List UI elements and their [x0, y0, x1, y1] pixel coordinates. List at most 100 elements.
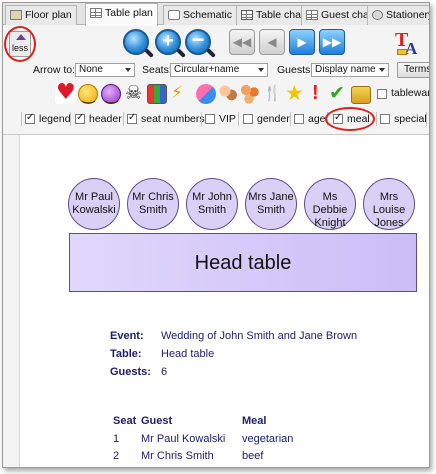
terms-button[interactable]: Terms — [397, 62, 430, 78]
table-row-meal: vegetarian — [242, 433, 294, 445]
table-plan-canvas: Mr Paul Kowalski Mr Chris Smith Mr John … — [3, 135, 429, 467]
tab-label: Stationery — [386, 9, 430, 21]
special-checkbox[interactable] — [380, 114, 390, 124]
less-button[interactable]: less — [9, 31, 31, 57]
zoom-out-button[interactable]: − — [185, 29, 211, 55]
tab-label: Table chart — [256, 9, 308, 21]
table-chart-icon — [241, 10, 253, 20]
seat-name-line: Mr John — [192, 191, 232, 203]
tableware-checkbox[interactable] — [377, 89, 387, 99]
divider — [21, 112, 22, 126]
zoom-in-button[interactable]: + — [155, 29, 181, 55]
smiley-yellow-icon[interactable] — [78, 84, 98, 104]
head-table[interactable]: Head table — [69, 233, 417, 292]
next-table-button[interactable]: ▶ — [289, 29, 315, 55]
gender-checkbox[interactable] — [243, 114, 253, 124]
gender-icon[interactable] — [196, 84, 216, 104]
exclamation-icon[interactable] — [306, 82, 326, 105]
seat-name-line: Mr Paul — [75, 191, 113, 203]
tab-schematic[interactable]: Schematic — [163, 5, 238, 25]
tab-stationery[interactable]: Stationery — [367, 5, 430, 25]
meal-label: meal — [347, 113, 370, 125]
seat-name-line: Jones — [374, 217, 404, 229]
group-icon[interactable] — [240, 84, 260, 104]
floor-plan-icon — [10, 10, 22, 20]
seat-name-line: Smith — [138, 204, 168, 216]
seat-name-line: Kowalski — [72, 204, 116, 216]
seat-name-line: Smith — [197, 204, 227, 216]
guests-count-value: 6 — [161, 366, 168, 378]
divider — [123, 112, 124, 126]
seat-1[interactable]: Mr Paul Kowalski — [68, 178, 120, 230]
star-icon[interactable] — [284, 81, 304, 105]
seat-3[interactable]: Mr John Smith — [186, 178, 238, 230]
guest-column-header: Guest — [141, 415, 173, 427]
font-settings-icon[interactable]: TA — [395, 29, 419, 58]
seat-name-line: Smith — [256, 204, 286, 216]
last-table-button[interactable]: ▶▶ — [319, 29, 345, 55]
terms-label: Terms — [404, 64, 430, 75]
legend-checkbox[interactable] — [25, 112, 35, 124]
collapse-up-icon — [16, 34, 26, 40]
meal-checkbox[interactable] — [333, 112, 343, 124]
age-label: age — [308, 113, 326, 125]
zoom-fit-button[interactable] — [123, 29, 149, 55]
seat-name-line: Knight — [314, 217, 346, 229]
arrow-to-select[interactable]: None — [75, 63, 135, 77]
skull-icon[interactable] — [124, 82, 144, 104]
divider — [290, 112, 291, 126]
seat-6[interactable]: Mrs Louise Jones — [363, 178, 415, 230]
seat-numbers-label: seat numbers — [141, 113, 205, 125]
tab-table-plan[interactable]: Table plan — [85, 3, 158, 26]
divider — [376, 112, 377, 126]
people-icon[interactable] — [218, 84, 238, 104]
cutlery-icon[interactable] — [262, 84, 282, 104]
lightning-icon[interactable] — [169, 83, 189, 104]
color-blocks-icon[interactable] — [147, 84, 167, 104]
table-row-seat: 1 — [113, 433, 120, 445]
tab-label: Schematic — [183, 9, 233, 21]
seat-5[interactable]: Ms Debbie Knight — [304, 178, 356, 230]
stationery-icon — [372, 10, 383, 20]
meal-column-header: Meal — [242, 415, 267, 427]
guests-value: Display name — [315, 64, 376, 75]
seat-numbers-checkbox[interactable] — [127, 112, 137, 124]
age-checkbox[interactable] — [294, 114, 304, 124]
vip-label: VIP — [219, 113, 236, 125]
table-row-meal: beef — [242, 450, 264, 462]
seats-value: Circular+name — [174, 64, 240, 75]
tab-floor-plan[interactable]: Floor plan — [5, 5, 77, 25]
seat-name-line: Mr Chris — [132, 191, 174, 203]
table-plan-page: Mr Paul Kowalski Mr Chris Smith Mr John … — [19, 135, 429, 467]
seat-4[interactable]: Mrs Jane Smith — [245, 178, 297, 230]
header-label: header — [89, 113, 122, 125]
divider — [327, 112, 328, 126]
tab-label: Table plan — [105, 7, 153, 19]
smiley-purple-icon[interactable] — [101, 84, 121, 104]
guests-select[interactable]: Display name — [311, 63, 389, 77]
arrow-to-label: Arrow to: — [33, 64, 76, 76]
seats-select[interactable]: Circular+name — [170, 63, 268, 77]
table-value: Head table — [161, 348, 215, 360]
seat-2[interactable]: Mr Chris Smith — [127, 178, 179, 230]
table-plan-icon — [90, 8, 102, 18]
checkmark-icon[interactable] — [328, 82, 348, 104]
chevron-down-icon — [125, 68, 131, 72]
table-row-seat: 2 — [113, 450, 120, 462]
first-table-button[interactable]: ◀◀ — [229, 29, 255, 55]
table-row-guest: Mr Chris Smith — [141, 450, 214, 462]
header-checkbox[interactable] — [75, 112, 85, 124]
app-window: Floor plan Table plan Schematic Table ch… — [2, 2, 430, 468]
heart-icon[interactable] — [55, 80, 76, 105]
head-table-label: Head table — [194, 252, 292, 274]
chevron-down-icon — [258, 68, 264, 72]
lock-icon[interactable] — [351, 86, 371, 104]
vip-checkbox[interactable] — [205, 114, 215, 124]
guest-chart-icon — [306, 10, 318, 20]
seats-label: Seats: — [142, 64, 172, 76]
table-label: Table: — [110, 348, 142, 360]
special-label: special — [394, 113, 427, 125]
previous-table-button[interactable]: ◀ — [259, 29, 285, 55]
tab-label: Floor plan — [25, 9, 72, 21]
guests-count-label: Guests: — [110, 366, 151, 378]
